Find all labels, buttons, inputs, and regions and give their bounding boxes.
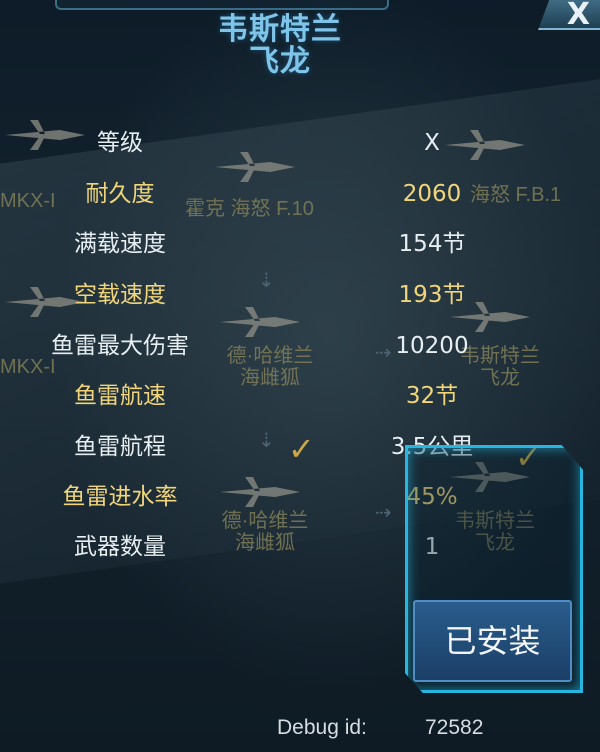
close-icon: X: [566, 0, 590, 32]
stat-value-loaded-speed: 154节: [398, 231, 466, 257]
checkmark-icon: ✓: [288, 430, 315, 468]
stat-label-durability: 耐久度: [85, 181, 155, 207]
stat-value-empty-speed: 193节: [398, 282, 466, 308]
debug-value: 72582: [425, 716, 484, 739]
stat-label-torpedo-range: 鱼雷航程: [74, 434, 166, 460]
stat-label-loaded-speed: 满载速度: [74, 231, 166, 257]
stat-label-torpedo-speed: 鱼雷航速: [74, 383, 166, 409]
stat-value-torpedo-max-damage: 10200: [395, 333, 469, 359]
stat-value-tier: X: [424, 130, 440, 156]
ship-title-line2: 飞龙: [249, 44, 311, 79]
installed-button[interactable]: 已安装: [413, 600, 572, 682]
stat-label-torpedo-max-damage: 鱼雷最大伤害: [51, 333, 189, 359]
stat-label-weapon-count: 武器数量: [74, 534, 166, 560]
debug-label: Debug id:: [277, 716, 367, 739]
stat-value-torpedo-speed: 32节: [405, 383, 459, 409]
stat-label-tier: 等级: [97, 130, 143, 156]
stat-label-empty-speed: 空载速度: [74, 282, 166, 308]
stat-value-durability: 2060: [402, 181, 462, 207]
stat-label-torpedo-flooding: 鱼雷进水率: [62, 484, 178, 510]
